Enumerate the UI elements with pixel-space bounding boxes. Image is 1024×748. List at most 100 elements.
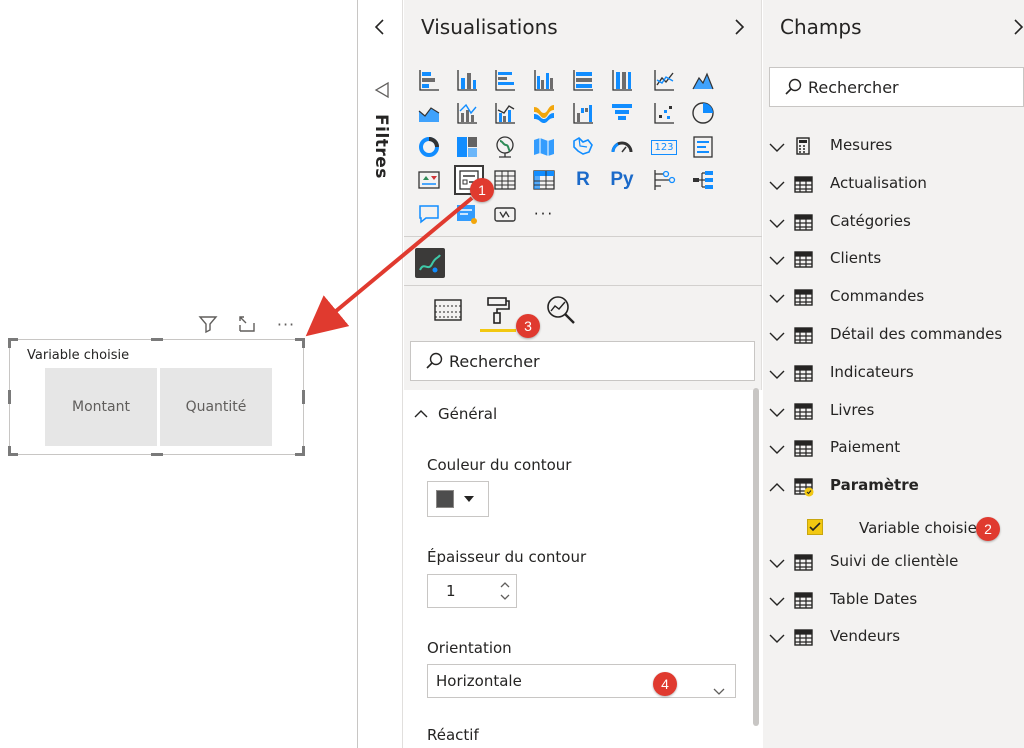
format-search-input[interactable]: Rechercher	[410, 341, 755, 381]
stacked-column-chart-icon[interactable]	[454, 67, 480, 93]
card-icon[interactable]: 123	[651, 134, 677, 160]
qa-visual-icon[interactable]	[416, 201, 442, 227]
collapse-chevron-icon[interactable]	[373, 18, 387, 40]
scatter-chart-icon[interactable]	[651, 100, 677, 126]
resize-handle[interactable]	[8, 390, 11, 404]
chevron-down-icon[interactable]	[769, 366, 785, 384]
resize-handle[interactable]	[302, 446, 305, 456]
resize-handle[interactable]	[151, 453, 163, 456]
format-paint-roller-icon[interactable]	[480, 293, 514, 327]
fields-search-input[interactable]: Rechercher	[769, 67, 1024, 107]
field-table-suivi-de-client-le[interactable]: Suivi de clientèle	[763, 547, 1024, 577]
funnel-chart-icon[interactable]	[609, 100, 635, 126]
field-table-label: Paiement	[830, 438, 901, 456]
chevron-down-icon[interactable]	[769, 215, 785, 233]
report-canvas[interactable]: ··· Variable choisie Montant Quantité	[0, 0, 357, 748]
chevron-down-icon[interactable]	[769, 328, 785, 346]
focus-mode-icon[interactable]	[235, 312, 259, 336]
waterfall-chart-icon[interactable]	[570, 100, 596, 126]
filter-icon[interactable]	[196, 312, 220, 336]
line-chart-icon[interactable]	[651, 67, 677, 93]
expand-chevron-icon[interactable]	[1011, 18, 1024, 40]
chevron-down-icon[interactable]	[769, 441, 785, 459]
map-icon[interactable]	[492, 134, 518, 160]
line-stacked-column-chart-icon[interactable]	[454, 100, 480, 126]
field-table-d-tail-des-commandes[interactable]: Détail des commandes	[763, 320, 1024, 350]
field-table-mesures[interactable]: Mesures	[763, 131, 1024, 161]
table-visual-icon[interactable]	[492, 167, 518, 193]
resize-handle[interactable]	[302, 390, 305, 404]
field-table-clients[interactable]: Clients	[763, 244, 1024, 274]
chevron-down-icon[interactable]	[769, 404, 785, 422]
smart-narrative-icon[interactable]	[454, 201, 480, 227]
stepper-arrows-icon[interactable]	[498, 577, 512, 605]
stacked-bar-chart-icon[interactable]	[416, 67, 442, 93]
python-visual-icon[interactable]: Py	[609, 167, 635, 193]
resize-handle[interactable]	[151, 338, 163, 341]
chevron-up-icon[interactable]	[769, 479, 785, 497]
filled-map-icon[interactable]	[531, 134, 557, 160]
divider	[404, 285, 762, 286]
100-stacked-bar-chart-icon[interactable]	[570, 67, 596, 93]
border-thickness-input[interactable]: 1	[427, 574, 517, 608]
field-table-commandes[interactable]: Commandes	[763, 282, 1024, 312]
filters-pane-title[interactable]: Filtres	[371, 114, 391, 179]
chevron-down-icon[interactable]	[769, 593, 785, 611]
chevron-down-icon[interactable]	[769, 139, 785, 157]
general-section-header[interactable]: Général	[414, 405, 497, 423]
ribbon-chart-icon[interactable]	[531, 100, 557, 126]
field-table-cat-gories[interactable]: Catégories	[763, 207, 1024, 237]
stacked-area-chart-icon[interactable]	[416, 100, 442, 126]
area-chart-icon[interactable]	[690, 67, 716, 93]
key-influencers-icon[interactable]	[651, 167, 677, 193]
analytics-tab-icon[interactable]	[544, 293, 578, 327]
line-clustered-column-chart-icon[interactable]	[492, 100, 518, 126]
orientation-dropdown[interactable]: Horizontale	[427, 664, 736, 698]
get-more-visuals-icon[interactable]: ···	[531, 201, 557, 227]
chevron-down-icon[interactable]	[769, 177, 785, 195]
slicer-item-montant[interactable]: Montant	[45, 368, 157, 446]
field-table-label: Clients	[830, 249, 882, 267]
resize-handle[interactable]	[302, 338, 305, 348]
r-script-visual-icon[interactable]: R	[570, 167, 596, 193]
visualisations-title: Visualisations	[421, 15, 558, 39]
field-table-paiement[interactable]: Paiement	[763, 433, 1024, 463]
pie-chart-icon[interactable]	[690, 100, 716, 126]
decomposition-tree-icon[interactable]	[690, 167, 716, 193]
fields-tab-icon[interactable]	[431, 293, 465, 327]
chevron-down-icon[interactable]	[769, 555, 785, 573]
field-table-table-dates[interactable]: Table Dates	[763, 585, 1024, 615]
custom-visual-icon[interactable]	[415, 248, 445, 278]
paginated-report-icon[interactable]	[492, 201, 518, 227]
100-stacked-column-chart-icon[interactable]	[609, 67, 635, 93]
chevron-down-icon[interactable]	[769, 630, 785, 648]
slicer-title: Variable choisie	[27, 348, 130, 363]
clustered-bar-chart-icon[interactable]	[492, 67, 518, 93]
checkbox-checked-icon[interactable]	[807, 519, 823, 535]
multi-row-card-icon[interactable]	[690, 134, 716, 160]
shape-map-icon[interactable]	[570, 134, 596, 160]
gauge-icon[interactable]	[609, 134, 635, 160]
clustered-column-chart-icon[interactable]	[531, 67, 557, 93]
field-table-vendeurs[interactable]: Vendeurs	[763, 622, 1024, 652]
chevron-down-icon[interactable]	[769, 290, 785, 308]
resize-handle[interactable]	[8, 338, 11, 348]
matrix-icon[interactable]	[531, 167, 557, 193]
kpi-icon[interactable]	[416, 167, 442, 193]
field-table-param-tre[interactable]: Paramètre	[763, 471, 1024, 501]
filter-funnel-icon[interactable]	[373, 80, 391, 104]
slicer-visual[interactable]: Variable choisie Montant Quantité	[8, 338, 305, 456]
more-options-icon[interactable]: ···	[274, 312, 298, 336]
scrollbar[interactable]	[753, 388, 759, 726]
expand-chevron-icon[interactable]	[732, 18, 746, 40]
search-placeholder: Rechercher	[808, 77, 899, 97]
field-table-livres[interactable]: Livres	[763, 396, 1024, 426]
field-table-actualisation[interactable]: Actualisation	[763, 169, 1024, 199]
donut-chart-icon[interactable]	[416, 134, 442, 160]
treemap-icon[interactable]	[454, 134, 480, 160]
field-table-indicateurs[interactable]: Indicateurs	[763, 358, 1024, 388]
slicer-item-quantite[interactable]: Quantité	[160, 368, 272, 446]
border-color-picker[interactable]	[427, 481, 489, 517]
chevron-down-icon[interactable]	[769, 252, 785, 270]
resize-handle[interactable]	[8, 446, 11, 456]
